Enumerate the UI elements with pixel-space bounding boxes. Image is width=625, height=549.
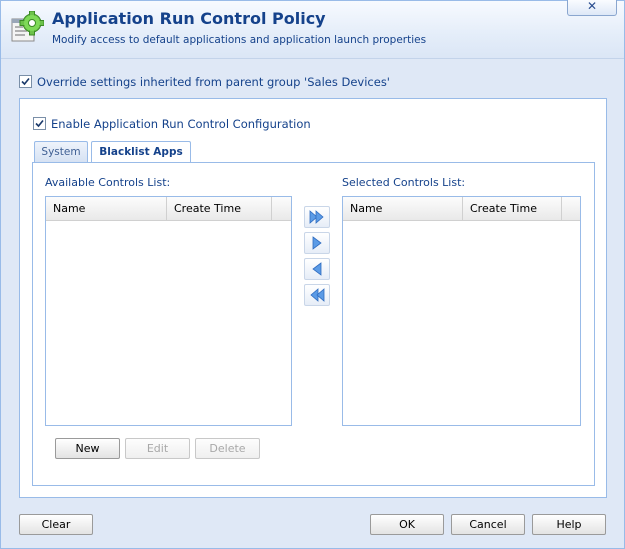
grid-header: Name Create Time <box>343 197 580 221</box>
move-all-right-button[interactable] <box>304 206 330 228</box>
move-all-right-icon <box>309 210 324 224</box>
checkmark-icon <box>35 119 44 128</box>
move-right-button[interactable] <box>304 232 330 254</box>
delete-button[interactable]: Delete <box>195 438 260 459</box>
checkmark-icon <box>21 77 30 86</box>
page-subtitle: Modify access to default applications an… <box>52 34 427 46</box>
edit-button[interactable]: Edit <box>125 438 190 459</box>
close-button[interactable]: ✕ <box>567 0 617 16</box>
move-left-icon <box>312 262 322 276</box>
blacklist-tab-content: Available Controls List: Name Create Tim… <box>32 162 595 486</box>
ok-button[interactable]: OK <box>370 514 444 535</box>
move-all-left-icon <box>310 288 325 302</box>
column-create-time[interactable]: Create Time <box>463 197 562 220</box>
column-name[interactable]: Name <box>46 197 167 220</box>
grid-header: Name Create Time <box>46 197 291 221</box>
column-name[interactable]: Name <box>343 197 463 220</box>
override-label: Override settings inherited from parent … <box>37 75 390 89</box>
move-left-button[interactable] <box>304 258 330 280</box>
settings-panel: Enable Application Run Control Configura… <box>19 98 607 498</box>
enable-checkbox[interactable] <box>33 117 46 130</box>
move-right-icon <box>312 236 322 250</box>
available-list-label: Available Controls List: <box>45 176 171 189</box>
column-create-time[interactable]: Create Time <box>167 197 272 220</box>
override-checkbox[interactable] <box>19 75 32 88</box>
clear-button[interactable]: Clear <box>19 514 93 535</box>
enable-config-row[interactable]: Enable Application Run Control Configura… <box>33 117 311 131</box>
new-button[interactable]: New <box>55 438 120 459</box>
move-all-left-button[interactable] <box>304 284 330 306</box>
dialog-header: Application Run Control Policy Modify ac… <box>1 1 624 59</box>
tab-blacklist-apps[interactable]: Blacklist Apps <box>91 141 191 163</box>
close-icon: ✕ <box>586 0 598 13</box>
tab-system[interactable]: System <box>34 141 88 162</box>
gear-window-icon <box>11 11 44 42</box>
selected-controls-grid[interactable]: Name Create Time <box>342 196 581 426</box>
selected-list-label: Selected Controls List: <box>342 176 466 189</box>
help-button[interactable]: Help <box>532 514 606 535</box>
cancel-button[interactable]: Cancel <box>451 514 525 535</box>
available-controls-grid[interactable]: Name Create Time <box>45 196 292 426</box>
override-settings-row[interactable]: Override settings inherited from parent … <box>19 75 390 89</box>
policy-dialog: Application Run Control Policy Modify ac… <box>0 0 625 549</box>
enable-label: Enable Application Run Control Configura… <box>51 117 311 131</box>
page-title: Application Run Control Policy <box>52 9 326 28</box>
